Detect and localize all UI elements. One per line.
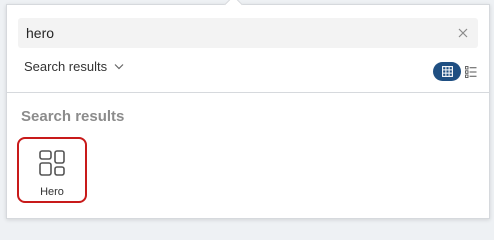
grid-view-button[interactable]	[433, 62, 461, 81]
view-toggle	[433, 62, 479, 81]
scope-dropdown-label: Search results	[24, 59, 108, 74]
list-view-button[interactable]	[463, 62, 479, 81]
grid-view-icon	[441, 66, 453, 77]
close-icon[interactable]	[448, 18, 478, 48]
search-popover: Search results	[6, 0, 490, 219]
hero-section-icon	[39, 150, 65, 176]
search-input[interactable]	[18, 18, 448, 48]
list-view-icon	[465, 65, 477, 78]
result-tile-label: Hero	[40, 186, 64, 198]
page: Search results	[0, 0, 494, 221]
result-tile-hero[interactable]: Hero	[17, 137, 87, 203]
results-heading: Search results	[21, 108, 125, 125]
popover-caret	[224, 0, 243, 14]
scope-dropdown[interactable]: Search results	[24, 59, 124, 74]
chevron-down-icon	[114, 63, 124, 70]
search-box	[18, 18, 478, 48]
divider	[7, 92, 489, 93]
